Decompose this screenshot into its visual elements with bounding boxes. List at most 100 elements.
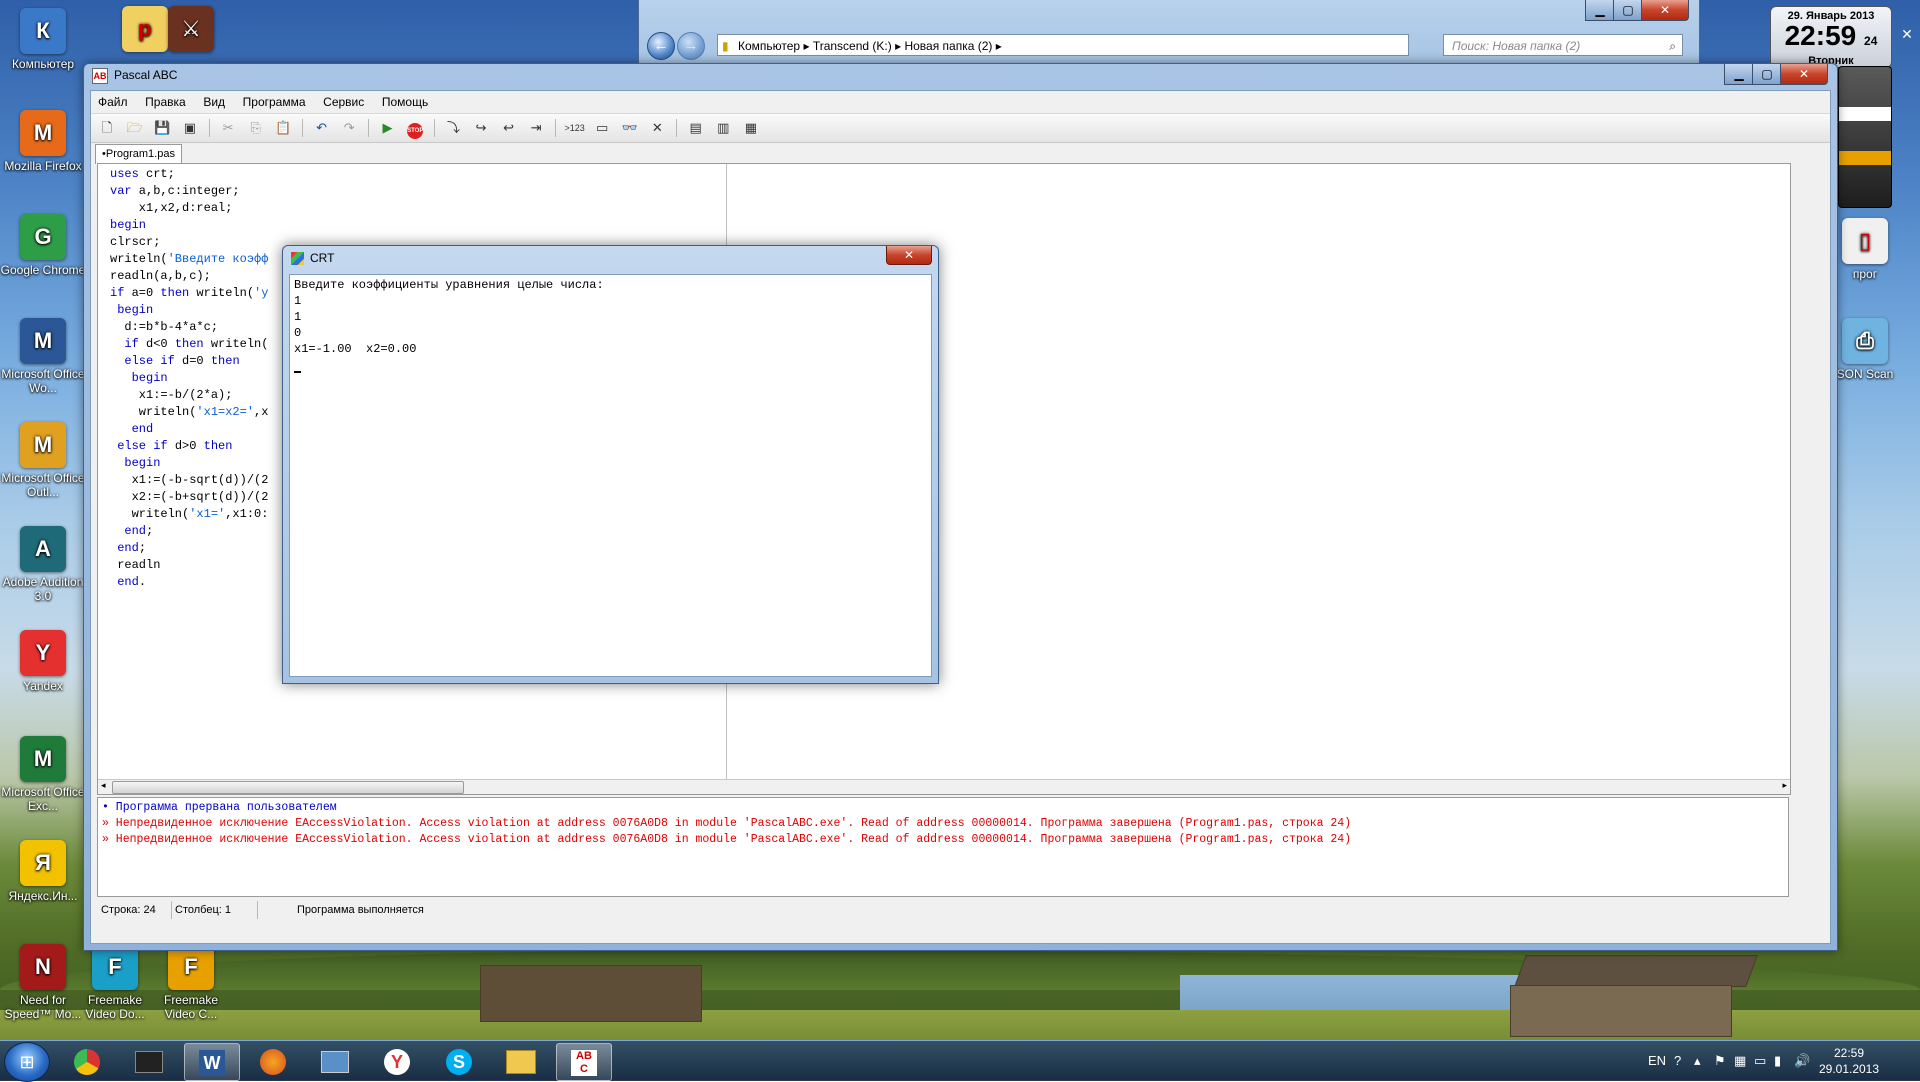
taskbar-computer-icon[interactable] xyxy=(308,1043,362,1079)
taskbar-skype-icon[interactable]: S xyxy=(432,1043,486,1079)
code-line: else if d=0 then xyxy=(124,354,240,368)
forward-button[interactable]: → xyxy=(677,32,705,60)
help-icon[interactable]: ? xyxy=(1674,1053,1681,1068)
desktop-icon-1[interactable]: M Mozilla Firefox xyxy=(0,110,86,173)
console-line: 0 xyxy=(294,326,302,340)
watch-icon[interactable]: 👓 xyxy=(620,118,640,138)
undo-icon[interactable]: ↶ xyxy=(312,118,332,138)
crt-close-button[interactable]: ✕ xyxy=(886,246,932,265)
window-icon[interactable]: ▭ xyxy=(592,118,612,138)
breadcrumb-3[interactable]: Новая папка (2) xyxy=(904,39,992,53)
copy-icon[interactable]: ⎘ xyxy=(246,118,266,138)
minimize-button[interactable]: ▁ xyxy=(1585,0,1615,21)
address-bar[interactable]: ▮ Компьютер ▸ Transcend (K:) ▸ Новая пап… xyxy=(717,34,1409,56)
crt-console[interactable]: Введите коэффициенты уравнения целые чис… xyxy=(289,274,932,677)
log-pile xyxy=(480,965,702,1022)
taskbar-pascal-icon[interactable]: AB C xyxy=(556,1043,612,1081)
game-icon: ⚔ xyxy=(168,6,214,52)
maximize-button[interactable]: ▢ xyxy=(1613,0,1643,21)
taskbar-yandex-icon[interactable]: Y xyxy=(370,1043,424,1079)
breadcrumb-1[interactable]: Компьютер xyxy=(738,39,800,53)
back-button[interactable]: ← xyxy=(647,32,675,60)
unindent-icon[interactable]: ▦ xyxy=(741,118,761,138)
search-input[interactable]: Поиск: Новая папка (2) ⌕ xyxy=(1443,34,1683,56)
step-over-icon[interactable]: ↪ xyxy=(471,118,491,138)
app-icon: К xyxy=(20,8,66,54)
code-line: x2:=(-b+sqrt(d))/(2 xyxy=(110,490,269,504)
scrollbar-thumb[interactable] xyxy=(112,781,464,794)
app-icon: Y xyxy=(20,630,66,676)
step-into-icon[interactable]: ⤵ xyxy=(443,118,463,138)
scroll-left-icon[interactable]: ◂ xyxy=(101,780,106,791)
menu-service[interactable]: Сервис xyxy=(316,91,371,113)
horizontal-scrollbar[interactable]: ◂ ▸ xyxy=(98,779,1790,794)
taskbar-clock[interactable]: 22:59 29.01.2013 xyxy=(1814,1045,1884,1077)
code-line: if a=0 then writeln('у xyxy=(110,286,269,300)
delete-icon[interactable]: ✕ xyxy=(647,118,667,138)
breadcrumb-2[interactable]: Transcend (K:) xyxy=(813,39,892,53)
cut-icon[interactable]: ✂ xyxy=(218,118,238,138)
volume-icon[interactable]: 🔊 xyxy=(1794,1053,1810,1069)
indent-icon[interactable]: ▥ xyxy=(713,118,733,138)
desktop-icon-8[interactable]: Я Яндекс.Ин... xyxy=(0,840,86,903)
code-line: end. xyxy=(117,575,147,589)
stop-icon[interactable]: STOP xyxy=(405,118,425,139)
start-button[interactable]: ⊞ xyxy=(4,1042,50,1082)
sidebar-tools-icon[interactable]: ✕ xyxy=(1898,26,1916,44)
taskbar-chrome-icon[interactable] xyxy=(60,1043,114,1079)
code-line: else if d>0 then xyxy=(117,439,233,453)
toolbar: 🗋 🗁 💾 ▣ ✂ ⎘ 📋 ↶ ↷ ▶ STOP ⤵ ↪ ↩ ⇥ >123 ▭ … xyxy=(91,114,1830,143)
code-line: writeln('Введите коэфф xyxy=(110,252,269,266)
redo-icon[interactable]: ↷ xyxy=(339,118,359,138)
taskbar-explorer-icon[interactable] xyxy=(494,1043,548,1079)
flag-icon[interactable]: ⚑ xyxy=(1714,1053,1726,1069)
barn xyxy=(1510,985,1732,1037)
pascal-minimize-button[interactable]: ▁ xyxy=(1724,64,1754,85)
run-icon[interactable]: ▶ xyxy=(378,118,398,138)
desktop-icon-game[interactable]: ⚔ xyxy=(148,6,234,55)
open-file-icon[interactable]: 🗁 xyxy=(125,118,145,138)
desktop-icon-0[interactable]: К Компьютер xyxy=(0,8,86,71)
scroll-right-icon[interactable]: ▸ xyxy=(1782,780,1787,791)
code-text: uses crt; var a,b,c:integer; x1,x2,d:real… xyxy=(110,166,268,591)
desktop-icon-7[interactable]: M Microsoft Office Exc... xyxy=(0,736,86,813)
new-file-icon[interactable]: 🗋 xyxy=(97,118,117,138)
menu-help[interactable]: Помощь xyxy=(375,91,435,113)
signal-icon[interactable]: ▮ xyxy=(1774,1053,1781,1069)
code-line: readln(a,b,c); xyxy=(110,269,211,283)
format-icon[interactable]: ▤ xyxy=(686,118,706,138)
language-indicator[interactable]: EN xyxy=(1648,1053,1666,1068)
menu-view[interactable]: Вид xyxy=(196,91,232,113)
save-all-icon[interactable]: ▣ xyxy=(180,118,200,138)
step-out-icon[interactable]: ↩ xyxy=(499,118,519,138)
app-icon: M xyxy=(20,110,66,156)
menu-program[interactable]: Программа xyxy=(236,91,313,113)
desktop-icon-2[interactable]: G Google Chrome xyxy=(0,214,86,277)
evaluate-icon[interactable]: >123 xyxy=(565,118,585,138)
menu-file[interactable]: Файл xyxy=(91,91,135,113)
save-icon[interactable]: 💾 xyxy=(152,118,172,138)
taskbar-media-icon[interactable] xyxy=(122,1043,176,1079)
menu-edit[interactable]: Правка xyxy=(138,91,193,113)
close-button[interactable]: ✕ xyxy=(1641,0,1689,21)
folder-icon: ▮ xyxy=(722,39,729,53)
tab-program1[interactable]: •Program1.pas xyxy=(95,144,182,164)
desktop-icon-3[interactable]: M Microsoft Office Wo... xyxy=(0,318,86,395)
taskbar-word-icon[interactable]: W xyxy=(184,1043,240,1081)
run-to-cursor-icon[interactable]: ⇥ xyxy=(526,118,546,138)
desktop-icon-5[interactable]: A Adobe Audition 3.0 xyxy=(0,526,86,603)
tray-expand-icon[interactable]: ▴ xyxy=(1694,1053,1701,1069)
pascal-close-button[interactable]: ✕ xyxy=(1780,64,1828,85)
console-line: 1 xyxy=(294,294,302,308)
desktop-icon-4[interactable]: M Microsoft Office Outl... xyxy=(0,422,86,499)
desktop-icon-10[interactable]: F Freemake Video Do... xyxy=(72,944,158,1021)
taskbar-firefox-icon[interactable] xyxy=(246,1043,300,1079)
pascal-maximize-button[interactable]: ▢ xyxy=(1752,64,1782,85)
pascal-title: AB Pascal ABC xyxy=(92,68,177,84)
paste-icon[interactable]: 📋 xyxy=(273,118,293,138)
desktop-icon-6[interactable]: Y Yandex xyxy=(0,630,86,693)
battery-icon[interactable]: ▭ xyxy=(1754,1053,1766,1069)
network-icon[interactable]: ▦ xyxy=(1734,1053,1746,1069)
desktop-icon-11[interactable]: F Freemake Video C... xyxy=(148,944,234,1021)
output-panel[interactable]: • Программа прервана пользователем » Непр… xyxy=(97,797,1789,897)
